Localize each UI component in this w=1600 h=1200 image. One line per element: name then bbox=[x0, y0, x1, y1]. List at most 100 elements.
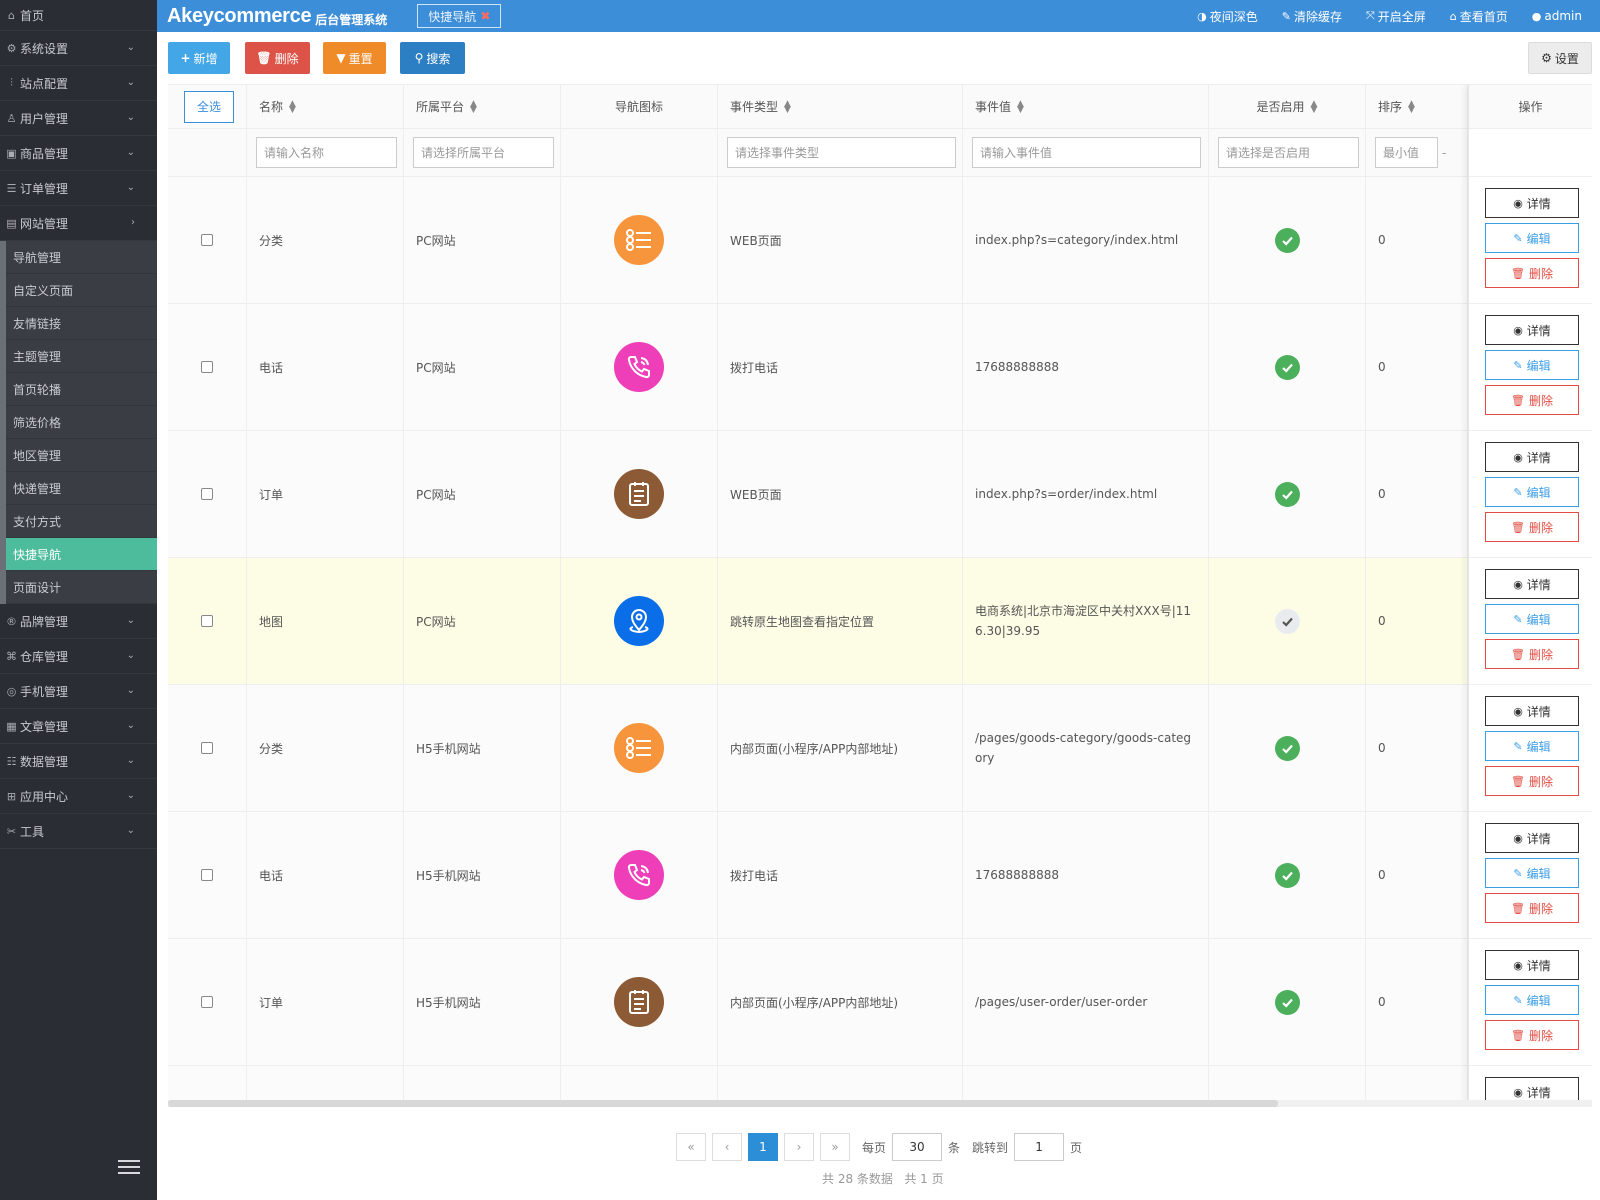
table-row[interactable]: 电话 PC网站 拨打电话 17688888888 0 bbox=[168, 304, 1592, 431]
sidebar-item[interactable]: ▤ 网站管理 › bbox=[0, 206, 157, 241]
check-circle-icon[interactable] bbox=[1274, 481, 1300, 507]
col-event-value[interactable]: 事件值 ▲ ▼ bbox=[963, 85, 1209, 128]
sidebar-item[interactable]: ☷ 数据管理 ⌄ bbox=[0, 744, 157, 779]
table-row[interactable] bbox=[168, 1066, 1592, 1104]
header-link[interactable]: ◑ 夜间深色 bbox=[1197, 8, 1258, 25]
check-circle-icon[interactable] bbox=[1274, 608, 1300, 634]
collapse-menu-icon[interactable] bbox=[118, 1160, 140, 1178]
settings-button[interactable]: ⚙ 设置 bbox=[1528, 42, 1592, 74]
detail-button[interactable]: ◉ 详情 bbox=[1485, 315, 1579, 345]
delete-row-button[interactable]: 🗑 删除 bbox=[1485, 258, 1579, 288]
sidebar-item[interactable]: ® 品牌管理 ⌄ bbox=[0, 604, 157, 639]
prev-page-button[interactable]: ‹ bbox=[712, 1133, 742, 1161]
jump-page-input[interactable]: 1 bbox=[1014, 1133, 1065, 1161]
col-sort[interactable]: 排序 ▲ ▼ bbox=[1366, 85, 1468, 128]
edit-button[interactable]: ✎ 编辑 bbox=[1485, 223, 1579, 253]
row-checkbox[interactable] bbox=[201, 488, 213, 500]
sidebar-item[interactable]: ☰ 订单管理 ⌄ bbox=[0, 171, 157, 206]
search-button[interactable]: ⚲ 搜索 bbox=[400, 42, 465, 74]
col-enabled[interactable]: 是否启用 ▲ ▼ bbox=[1209, 85, 1366, 128]
table-row[interactable]: 电话 H5手机网站 拨打电话 17688888888 0 bbox=[168, 812, 1592, 939]
submenu-item[interactable]: 地区管理 bbox=[6, 439, 157, 472]
name-filter-input[interactable]: 请输入名称 bbox=[256, 137, 397, 168]
sidebar-item[interactable]: ⊞ 应用中心 ⌄ bbox=[0, 779, 157, 814]
reset-button[interactable]: ▼ 重置 bbox=[323, 42, 386, 74]
table-row[interactable]: 分类 H5手机网站 内部页面(小程序/APP内部地址) /pages/goods-ca… bbox=[168, 685, 1592, 812]
sort-min-input[interactable]: 最小值 bbox=[1375, 137, 1438, 168]
detail-button[interactable]: ◉ 详情 bbox=[1485, 950, 1579, 980]
delete-button[interactable]: 🗑 删除 bbox=[245, 42, 310, 74]
sidebar-item[interactable]: ♙ 用户管理 ⌄ bbox=[0, 101, 157, 136]
detail-button[interactable]: ◉ 详情 bbox=[1485, 696, 1579, 726]
event-value-filter-input[interactable]: 请输入事件值 bbox=[972, 137, 1201, 168]
edit-button[interactable]: ✎ 编辑 bbox=[1485, 350, 1579, 380]
brand-logo[interactable]: Akeycommerce bbox=[167, 5, 312, 28]
check-circle-icon[interactable] bbox=[1274, 354, 1300, 380]
col-platform[interactable]: 所属平台 ▲ ▼ bbox=[404, 85, 561, 128]
submenu-item[interactable]: 导航管理 bbox=[6, 241, 157, 274]
edit-button[interactable]: ✎ 编辑 bbox=[1485, 731, 1579, 761]
sidebar-item[interactable]: ⌘ 仓库管理 ⌄ bbox=[0, 639, 157, 674]
header-link[interactable]: ● admin bbox=[1532, 9, 1582, 23]
row-checkbox[interactable] bbox=[201, 361, 213, 373]
submenu-item[interactable]: 支付方式 bbox=[6, 505, 157, 538]
add-button[interactable]: + 新增 bbox=[168, 42, 230, 74]
scrollbar-thumb[interactable] bbox=[168, 1100, 1278, 1107]
submenu-item[interactable]: 首页轮播 bbox=[6, 373, 157, 406]
table-row[interactable]: 订单 H5手机网站 内部页面(小程序/APP内部地址) /pages/user-ord… bbox=[168, 939, 1592, 1066]
detail-button[interactable]: ◉ 详情 bbox=[1485, 823, 1579, 853]
submenu-item[interactable]: 自定义页面 bbox=[6, 274, 157, 307]
header-link[interactable]: ⤧ 开启全屏 bbox=[1366, 8, 1426, 25]
submenu-item[interactable]: 快捷导航 bbox=[6, 538, 157, 571]
last-page-button[interactable]: » bbox=[820, 1133, 850, 1161]
detail-button[interactable]: ◉ 详情 bbox=[1485, 188, 1579, 218]
edit-button[interactable]: ✎ 编辑 bbox=[1485, 477, 1579, 507]
row-checkbox[interactable] bbox=[201, 996, 213, 1008]
submenu-item[interactable]: 快递管理 bbox=[6, 472, 157, 505]
next-page-button[interactable]: › bbox=[784, 1133, 814, 1161]
page-1-button[interactable]: 1 bbox=[748, 1133, 778, 1161]
edit-button[interactable]: ✎ 编辑 bbox=[1485, 858, 1579, 888]
sidebar-item[interactable]: ⚙ 系统设置 ⌄ bbox=[0, 31, 157, 66]
delete-row-button[interactable]: 🗑 删除 bbox=[1485, 1020, 1579, 1050]
sidebar-item[interactable]: ⫶ 站点配置 ⌄ bbox=[0, 66, 157, 101]
enabled-filter-select[interactable]: 请选择是否启用 bbox=[1218, 137, 1359, 168]
row-checkbox[interactable] bbox=[201, 234, 213, 246]
table-row[interactable]: 分类 PC网站 WEB页面 index.php?s=category/index.ht… bbox=[168, 177, 1592, 304]
delete-row-button[interactable]: 🗑 删除 bbox=[1485, 766, 1579, 796]
horizontal-scrollbar[interactable] bbox=[168, 1100, 1592, 1107]
delete-row-button[interactable]: 🗑 删除 bbox=[1485, 512, 1579, 542]
sidebar-item[interactable]: ▣ 商品管理 ⌄ bbox=[0, 136, 157, 171]
delete-row-button[interactable]: 🗑 删除 bbox=[1485, 385, 1579, 415]
header-link[interactable]: ⌂ 查看首页 bbox=[1450, 8, 1508, 25]
delete-row-button[interactable]: 🗑 删除 bbox=[1485, 893, 1579, 923]
check-circle-icon[interactable] bbox=[1274, 227, 1300, 253]
check-circle-icon[interactable] bbox=[1274, 735, 1300, 761]
select-all-button[interactable]: 全选 bbox=[184, 90, 234, 123]
row-checkbox[interactable] bbox=[201, 869, 213, 881]
sidebar-item[interactable]: ✂ 工具 ⌄ bbox=[0, 814, 157, 849]
tab-quick-nav[interactable]: 快捷导航 ✖ bbox=[417, 4, 502, 28]
col-event-type[interactable]: 事件类型 ▲ ▼ bbox=[718, 85, 963, 128]
platform-filter-select[interactable]: 请选择所属平台 bbox=[413, 137, 554, 168]
row-checkbox[interactable] bbox=[201, 615, 213, 627]
col-name[interactable]: 名称 ▲ ▼ bbox=[247, 85, 404, 128]
table-row[interactable]: 地图 PC网站 跳转原生地图查看指定位置 电商系统|北京市海淀区中关村XXX号|116… bbox=[168, 558, 1592, 685]
event-type-filter-select[interactable]: 请选择事件类型 bbox=[727, 137, 956, 168]
header-link[interactable]: ✎ 清除缓存 bbox=[1282, 8, 1342, 25]
row-checkbox[interactable] bbox=[201, 742, 213, 754]
sidebar-item[interactable]: ▦ 文章管理 ⌄ bbox=[0, 709, 157, 744]
submenu-item[interactable]: 筛选价格 bbox=[6, 406, 157, 439]
submenu-item[interactable]: 页面设计 bbox=[6, 571, 157, 604]
table-row[interactable]: 订单 PC网站 WEB页面 index.php?s=order/index.html 0 bbox=[168, 431, 1592, 558]
delete-row-button[interactable]: 🗑 删除 bbox=[1485, 639, 1579, 669]
close-icon[interactable]: ✖ bbox=[480, 9, 490, 23]
per-page-input[interactable]: 30 bbox=[892, 1133, 943, 1161]
sidebar-item[interactable]: ◎ 手机管理 ⌄ bbox=[0, 674, 157, 709]
submenu-item[interactable]: 友情链接 bbox=[6, 307, 157, 340]
detail-button[interactable]: ◉ 详情 bbox=[1485, 569, 1579, 599]
edit-button[interactable]: ✎ 编辑 bbox=[1485, 604, 1579, 634]
check-circle-icon[interactable] bbox=[1274, 989, 1300, 1015]
check-circle-icon[interactable] bbox=[1274, 862, 1300, 888]
detail-button[interactable]: ◉ 详情 bbox=[1485, 442, 1579, 472]
